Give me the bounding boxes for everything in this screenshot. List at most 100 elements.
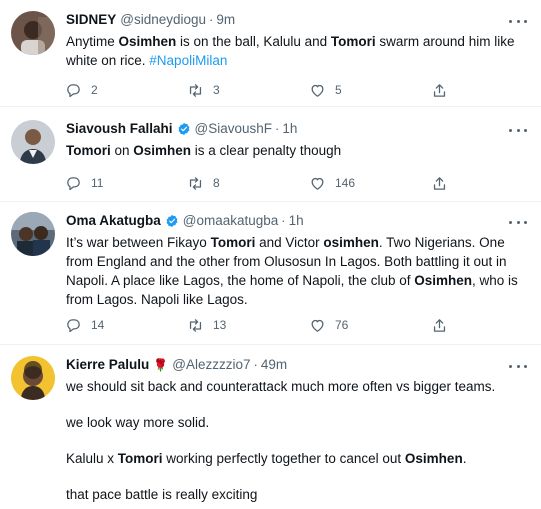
author-handle[interactable]: @omaakatugba [183, 212, 279, 230]
tweet-paragraph: Kalulu x Tomori working perfectly togeth… [66, 449, 531, 468]
highlighted-term: Tomori [330, 34, 376, 49]
tweet-feed: SIDNEY @sidneydiogu · 9m Anytime Osimhen… [0, 0, 541, 509]
text-segment: working perfectly together to cancel out [162, 451, 405, 466]
reply-count: 14 [91, 318, 105, 332]
more-options-icon[interactable] [509, 215, 527, 229]
reply-button[interactable]: 14 [65, 315, 104, 335]
separator-dot: · [253, 357, 258, 372]
highlighted-term: Osimhen [133, 143, 192, 158]
tweet-actions: 11 8 146 [65, 173, 455, 193]
like-icon [311, 84, 324, 97]
tweet[interactable]: Oma Akatugba @omaakatugba · 1h It’s war … [0, 202, 541, 345]
share-icon [433, 318, 446, 332]
retweet-button[interactable]: 3 [187, 80, 220, 100]
avatar[interactable] [11, 11, 55, 55]
tweet-paragraph: that pace battle is really exciting [66, 485, 531, 504]
text-segment: is a clear penalty though [191, 143, 342, 158]
highlighted-term: Osimhen [404, 451, 463, 466]
share-icon [433, 176, 446, 190]
rose-emoji: 🌹 [153, 358, 169, 372]
retweet-count: 13 [213, 318, 227, 332]
avatar[interactable] [11, 356, 55, 400]
highlighted-term: Tomori [66, 143, 111, 158]
verified-badge-icon [166, 214, 178, 228]
share-button[interactable] [431, 80, 448, 100]
avatar[interactable] [11, 120, 55, 164]
text-segment: Kalulu x [66, 451, 118, 466]
tweet-text: Anytime Osimhen is on the ball, Kalulu a… [66, 32, 531, 70]
highlighted-term: osimhen [323, 235, 379, 250]
like-button[interactable]: 146 [309, 173, 355, 193]
like-count: 5 [335, 83, 342, 97]
text-segment: It’s war between Fikayo [66, 235, 211, 250]
like-icon [311, 177, 324, 190]
more-options-icon[interactable] [509, 14, 527, 28]
tweet-paragraph: we should sit back and counterattack muc… [66, 377, 531, 396]
author-name[interactable]: SIDNEY [66, 11, 116, 29]
author-name[interactable]: Kierre Palulu [66, 356, 149, 374]
tweet-text: Tomori on Osimhen is a clear penalty tho… [66, 141, 531, 160]
tweet-text: we should sit back and counterattack muc… [66, 377, 531, 504]
reply-icon [67, 176, 80, 190]
like-count: 146 [335, 176, 356, 190]
separator-dot: · [281, 213, 286, 228]
author-handle[interactable]: @Alezzzzio7 [172, 356, 250, 374]
tweet[interactable]: Kierre Palulu 🌹 @Alezzzzio7 · 49m we sho… [0, 345, 541, 509]
highlighted-term: Osimhen [118, 34, 177, 49]
retweet-icon [189, 176, 202, 190]
timestamp[interactable]: 1h [282, 120, 297, 138]
reply-button[interactable]: 11 [65, 173, 103, 193]
like-count: 76 [335, 318, 349, 332]
timestamp[interactable]: 9m [216, 11, 235, 29]
text-segment: that pace battle is really exciting [66, 487, 258, 502]
retweet-icon [189, 318, 202, 332]
retweet-count: 3 [213, 83, 220, 97]
hashtag-link[interactable]: #NapoliMilan [149, 53, 227, 68]
like-button[interactable]: 5 [309, 80, 342, 100]
avatar[interactable] [11, 212, 55, 256]
text-segment: we look way more solid. [66, 415, 210, 430]
highlighted-term: Tomori [117, 451, 163, 466]
timestamp[interactable]: 1h [289, 212, 304, 230]
more-options-icon[interactable] [509, 123, 527, 137]
author-name[interactable]: Siavoush Fallahi [66, 120, 173, 138]
author-name[interactable]: Oma Akatugba [66, 212, 161, 230]
highlighted-term: Tomori [210, 235, 256, 250]
share-button[interactable] [431, 173, 448, 193]
reply-count: 2 [91, 83, 98, 97]
like-button[interactable]: 76 [309, 315, 348, 335]
tweet[interactable]: SIDNEY @sidneydiogu · 9m Anytime Osimhen… [0, 0, 541, 107]
tweet-header: SIDNEY @sidneydiogu · 9m [66, 11, 531, 29]
text-segment: and Victor [255, 235, 324, 250]
text-segment: on [110, 143, 134, 158]
tweet-paragraph: we look way more solid. [66, 413, 531, 432]
highlighted-term: Osimhen [414, 273, 472, 288]
separator-dot: · [275, 121, 280, 136]
more-options-icon[interactable] [509, 359, 527, 373]
retweet-button[interactable]: 13 [187, 315, 226, 335]
retweet-button[interactable]: 8 [187, 173, 220, 193]
separator-dot: · [209, 12, 214, 27]
text-segment: is on the ball, Kalulu and [176, 34, 331, 49]
tweet-actions: 14 13 76 [65, 315, 455, 335]
author-handle[interactable]: @sidneydiogu [120, 11, 206, 29]
author-handle[interactable]: @SiavoushF [195, 120, 273, 138]
share-button[interactable] [431, 315, 448, 335]
tweet-text: It’s war between Fikayo Tomori and Victo… [66, 233, 531, 309]
reply-icon [67, 318, 80, 332]
tweet-header: Siavoush Fallahi @SiavoushF · 1h [66, 120, 531, 138]
text-segment: we should sit back and counterattack muc… [66, 379, 496, 394]
share-icon [433, 83, 446, 97]
tweet-header: Oma Akatugba @omaakatugba · 1h [66, 212, 531, 230]
text-segment: Anytime [66, 34, 119, 49]
tweet-actions: 2 3 5 [65, 80, 455, 100]
verified-badge-icon [178, 122, 189, 136]
reply-button[interactable]: 2 [65, 80, 98, 100]
text-segment: . [462, 451, 467, 466]
timestamp[interactable]: 49m [261, 356, 287, 374]
like-icon [311, 319, 324, 332]
reply-icon [67, 83, 80, 97]
tweet[interactable]: Siavoush Fallahi @SiavoushF · 1h Tomori … [0, 107, 541, 202]
reply-count: 11 [91, 176, 104, 190]
retweet-count: 8 [213, 176, 220, 190]
